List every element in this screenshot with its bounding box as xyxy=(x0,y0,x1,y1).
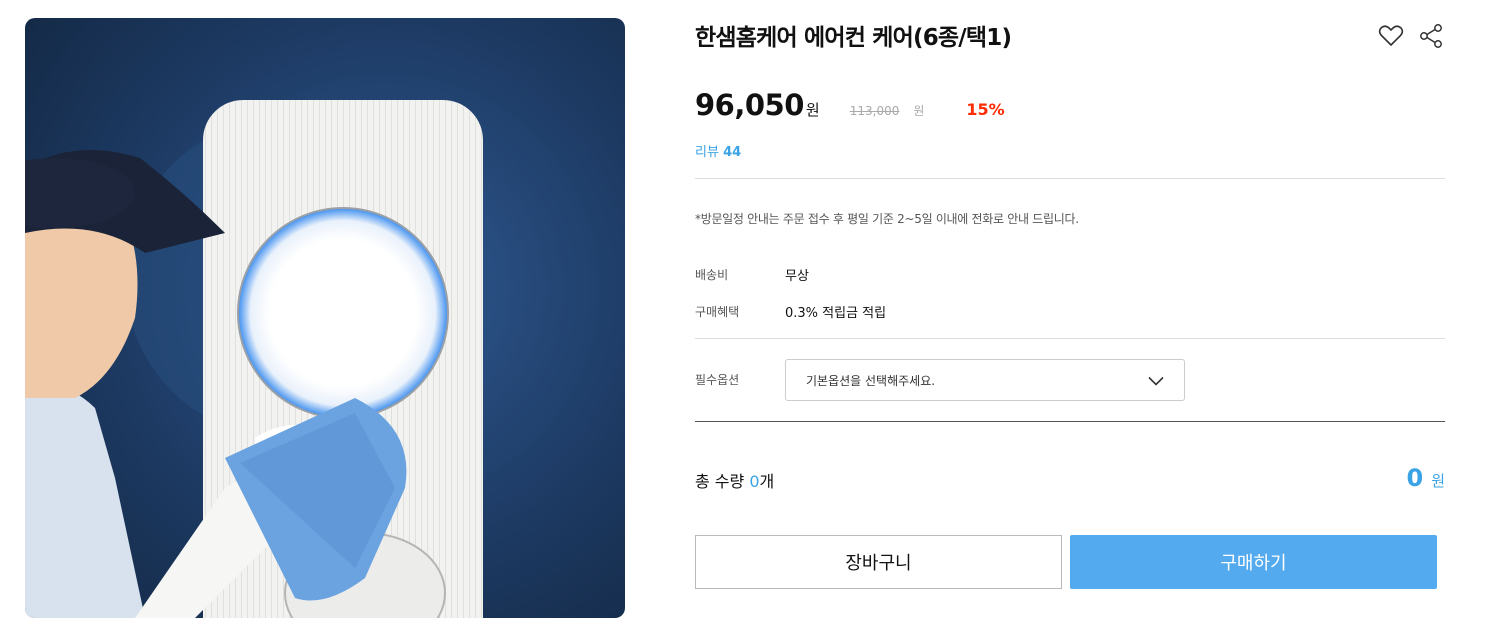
total-price: 0 원 xyxy=(1406,464,1445,492)
review-count: 44 xyxy=(723,145,742,160)
total-quantity-prefix: 총 수량 xyxy=(695,472,750,491)
chevron-down-icon xyxy=(1148,371,1164,390)
total-quantity: 총 수량 0개 xyxy=(695,468,774,492)
option-label: 필수옵션 xyxy=(695,373,740,387)
benefit-label: 구매혜택 xyxy=(695,305,740,319)
review-label: 리뷰 xyxy=(695,145,719,160)
heart-icon[interactable] xyxy=(1377,22,1405,50)
shipping-value: 무상 xyxy=(785,269,809,284)
sale-price-unit: 원 xyxy=(805,101,820,119)
total-price-value: 0 xyxy=(1406,464,1424,492)
option-select-placeholder: 기본옵션을 선택해주세요. xyxy=(806,373,936,388)
sale-price: 96,050 xyxy=(695,88,804,122)
original-price: 113,000 xyxy=(849,104,900,118)
divider xyxy=(695,338,1445,339)
discount-rate: 15% xyxy=(966,100,1005,119)
option-select[interactable]: 기본옵션을 선택해주세요. xyxy=(785,359,1185,401)
total-quantity-value: 0 xyxy=(749,472,760,491)
divider xyxy=(695,178,1445,179)
benefit-value: 0.3% 적립금 적립 xyxy=(785,306,887,321)
add-to-cart-button[interactable]: 장바구니 xyxy=(695,535,1062,589)
divider xyxy=(695,421,1445,422)
total-price-unit: 원 xyxy=(1431,472,1445,490)
original-price-unit: 원 xyxy=(913,104,925,118)
visit-notice: *방문일정 안내는 주문 접수 후 평일 기준 2~5일 이내에 전화로 안내 … xyxy=(695,212,1079,226)
price-row: 96,050 원 113,000 원 15% xyxy=(695,88,1005,122)
product-image xyxy=(25,18,625,618)
product-title: 한샘홈케어 에어컨 케어(6종/택1) xyxy=(695,25,1012,51)
review-link[interactable]: 리뷰 44 xyxy=(695,141,741,160)
total-quantity-suffix: 개 xyxy=(759,472,775,491)
buy-now-button[interactable]: 구매하기 xyxy=(1070,535,1437,589)
product-info-panel: 한샘홈케어 에어컨 케어(6종/택1) 96,050 원 113,000 원 1… xyxy=(695,0,1445,634)
share-icon[interactable] xyxy=(1417,22,1445,50)
product-actions xyxy=(1377,22,1445,50)
shipping-label: 배송비 xyxy=(695,268,729,282)
